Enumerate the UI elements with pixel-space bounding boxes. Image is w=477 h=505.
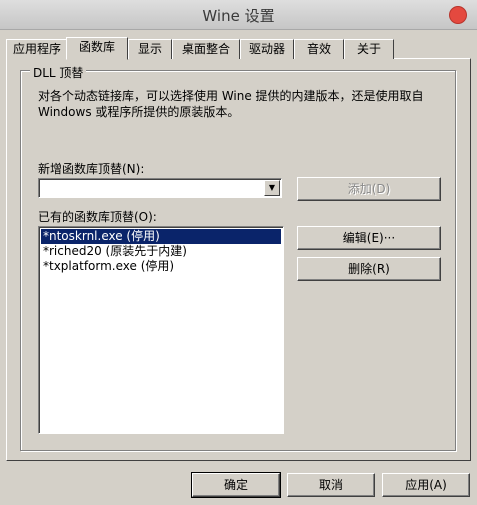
tab-about[interactable]: 关于 [344, 39, 394, 59]
tab-desktop-integration[interactable]: 桌面整合 [172, 39, 240, 59]
apply-button[interactable]: 应用(A) [382, 473, 470, 497]
new-override-combobox[interactable]: ▼ [38, 178, 282, 198]
new-override-label: 新增函数库顶替(N): [38, 162, 145, 176]
tab-audio[interactable]: 音效 [294, 39, 344, 59]
new-override-value [39, 181, 42, 195]
tab-graphics[interactable]: 显示 [128, 39, 172, 59]
group-title: DLL 顶替 [30, 64, 87, 81]
existing-overrides-label: 已有的函数库顶替(O): [38, 210, 157, 224]
group-description: 对各个动态链接库，可以选择使用 Wine 提供的内建版本，还是使用取自 Wind… [38, 89, 424, 119]
delete-button[interactable]: 删除(R) [297, 257, 441, 281]
chevron-down-icon[interactable]: ▼ [264, 180, 280, 196]
tab-drives[interactable]: 驱动器 [240, 39, 294, 59]
tab-libraries[interactable]: 函数库 [66, 37, 128, 60]
ok-button[interactable]: 确定 [191, 472, 281, 498]
existing-overrides-list[interactable]: *ntoskrnl.exe (停用) *riched20 (原装先于内建) *t… [38, 226, 284, 434]
list-item[interactable]: *ntoskrnl.exe (停用) [41, 229, 281, 244]
title-bar: Wine 设置 [0, 0, 477, 30]
wine-config-window: Wine 设置 应用程序 函数库 显示 桌面整合 驱动器 音效 关于 DLL 顶… [0, 0, 477, 505]
window-title: Wine 设置 [202, 7, 275, 25]
list-item[interactable]: *riched20 (原装先于内建) [41, 244, 281, 259]
add-button[interactable]: 添加(D) [297, 177, 441, 201]
tab-applications[interactable]: 应用程序 [6, 39, 68, 59]
list-item[interactable]: *txplatform.exe (停用) [41, 259, 281, 274]
cancel-button[interactable]: 取消 [287, 473, 375, 497]
edit-button[interactable]: 编辑(E)··· [297, 226, 441, 250]
close-button[interactable] [449, 6, 467, 24]
